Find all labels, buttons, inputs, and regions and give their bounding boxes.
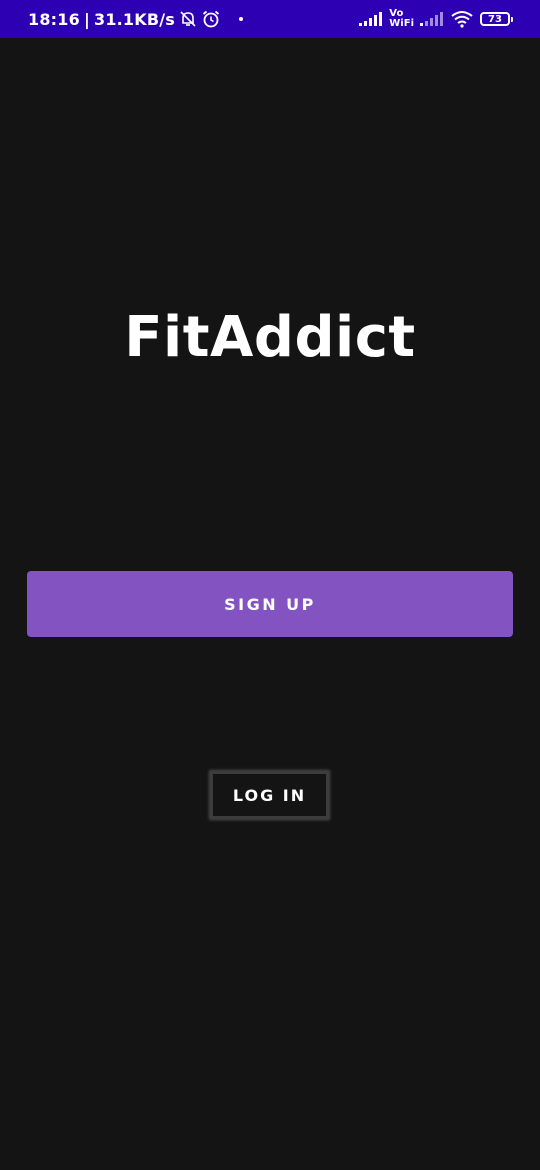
bell-off-icon [180, 11, 196, 27]
network-speed: 31.1KB/s [93, 9, 176, 29]
status-right: Vo WiFi 73 [359, 0, 513, 38]
status-time: 18:16 [28, 9, 80, 29]
alarm-icon [202, 10, 220, 28]
status-bar: 18:16 | 31.1KB/s Vo WiFi 73 [0, 0, 540, 38]
login-button-label: LOG IN [232, 785, 307, 805]
notification-dot [239, 17, 244, 21]
vowifi-indicator: Vo WiFi [389, 9, 414, 29]
app-title: FitAddict [124, 305, 416, 370]
signal-icon-secondary [420, 12, 443, 26]
signup-button[interactable]: SIGN UP [27, 571, 513, 637]
battery-icon: 73 [480, 12, 513, 26]
status-separator: | [83, 9, 90, 29]
signup-button-label: SIGN UP [224, 594, 316, 614]
vowifi-bottom: WiFi [389, 18, 414, 29]
signal-icon [359, 12, 383, 26]
login-button[interactable]: LOG IN [210, 771, 329, 819]
battery-level: 73 [488, 13, 502, 25]
wifi-icon [451, 11, 473, 28]
status-left: 18:16 | 31.1KB/s [28, 0, 244, 38]
